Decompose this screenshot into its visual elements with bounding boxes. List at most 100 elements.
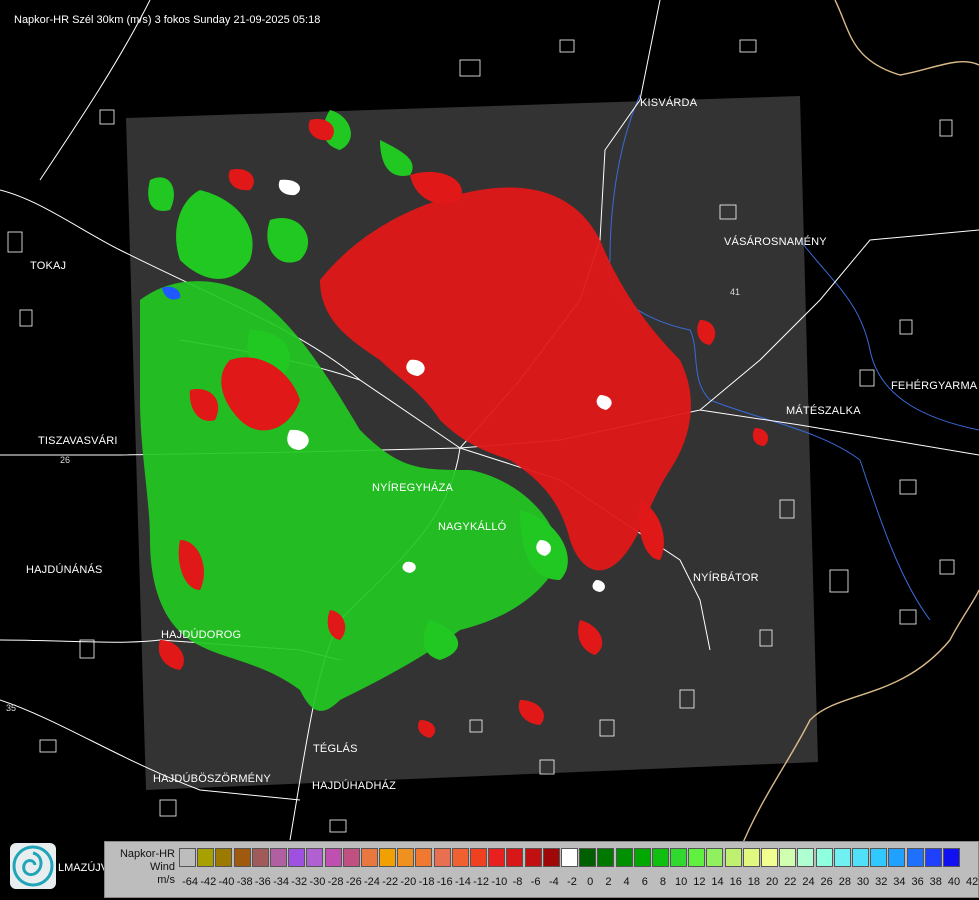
- legend-swatch: [342, 848, 360, 867]
- legend-swatch: [815, 848, 833, 867]
- legend-swatch: [924, 848, 942, 867]
- legend-swatch: [251, 848, 269, 867]
- legend-tick-label: 40: [947, 876, 961, 888]
- legend-swatch: [488, 848, 506, 867]
- legend-swatch: [688, 848, 706, 867]
- legend-swatch: [288, 848, 306, 867]
- legend-swatch: [524, 848, 542, 867]
- city-label-teglas: TÉGLÁS: [313, 743, 358, 755]
- legend-tick-label: 8: [659, 876, 667, 888]
- legend-title-line: m/s: [157, 874, 175, 886]
- legend-tick-label: -10: [491, 876, 508, 888]
- app-logo: [10, 843, 56, 889]
- legend-tick-label: 4: [623, 876, 630, 888]
- swirl-logo-icon: [12, 845, 54, 887]
- legend-tick-label: 16: [729, 876, 742, 888]
- legend-tick-label: -24: [364, 876, 380, 888]
- legend-swatch: [415, 848, 433, 867]
- legend-tick-label: -36: [254, 876, 271, 888]
- legend-swatch: [306, 848, 324, 867]
- legend-swatch: [215, 848, 233, 867]
- city-label-hajdunanas: HAJDÚNÁNÁS: [26, 564, 103, 576]
- city-label-nagykallo: NAGYKÁLLÓ: [438, 521, 507, 533]
- legend-swatch: [379, 848, 397, 867]
- legend-tick-label: -38: [236, 876, 253, 888]
- legend-tick-label: -20: [400, 876, 417, 888]
- legend-swatch: [742, 848, 760, 867]
- city-label-nyirbator: NYÍRBÁTOR: [693, 572, 759, 584]
- legend-tick-label: 36: [911, 876, 924, 888]
- legend-tick-label: 42: [966, 876, 979, 888]
- legend-tick-label: 6: [641, 876, 648, 888]
- legend-tick-label: 22: [784, 876, 797, 888]
- legend-swatch: [706, 848, 724, 867]
- legend-tick-label: -34: [273, 876, 289, 888]
- legend-swatch: [670, 848, 688, 867]
- legend-tick-label: -40: [218, 876, 235, 888]
- legend-swatch: [360, 848, 378, 867]
- legend-tick-label: -30: [309, 876, 326, 888]
- legend-tick-label: -14: [454, 876, 471, 888]
- legend-tick-label: -4: [548, 876, 559, 888]
- legend-tick-label: 0: [587, 876, 594, 888]
- legend-swatch: [233, 848, 251, 867]
- city-label-hajduhadhaz: HAJDÚHADHÁZ: [312, 780, 397, 792]
- legend-swatch: [761, 848, 778, 867]
- city-label-hajduboszormeny: HAJDÚBÖSZÖRMÉNY: [153, 773, 271, 785]
- legend-swatch: [506, 848, 524, 867]
- legend-swatch: [851, 848, 869, 867]
- legend-tick-label: 32: [875, 876, 888, 888]
- radar-map: [0, 0, 979, 885]
- legend-ticks: -64 -42 -40 -38 -36 -34 -32 -30 -28 -26 -24 -22 -20-…: [181, 876, 979, 888]
- road-number: 41: [730, 287, 741, 297]
- legend-swatch: [870, 848, 888, 867]
- legend-swatch: [942, 848, 960, 867]
- legend-tick-label: 30: [856, 876, 870, 888]
- legend-swatch: [269, 848, 287, 867]
- city-label-hajdudorog: HAJDÚDOROG: [161, 629, 242, 641]
- city-label-vasarosnameny: VÁSÁROSNAMÉNY: [724, 236, 827, 248]
- legend-swatch: [560, 848, 578, 867]
- legend-tick-label: -8: [512, 876, 523, 888]
- city-label-kisvarda: KISVÁRDA: [640, 97, 698, 109]
- legend-swatch: [324, 848, 342, 867]
- legend-title: Napkor-HR Wind m/s: [111, 848, 175, 887]
- city-label-fehergyarmat: FEHÉRGYARMA: [891, 380, 978, 392]
- legend-swatch: [542, 848, 560, 867]
- legend-swatch: [888, 848, 906, 867]
- road-number: 26: [60, 455, 71, 465]
- legend-tick-label: 12: [693, 876, 706, 888]
- legend-tick-label: -22: [382, 876, 399, 888]
- legend-swatch: [724, 848, 742, 867]
- legend-swatch: [615, 848, 633, 867]
- legend-tick-label: 26: [820, 876, 833, 888]
- legend-swatch: [433, 848, 451, 867]
- wind-legend: Napkor-HR Wind m/s -64 -42 -40 -38 -36 -34 -32…: [104, 841, 979, 898]
- legend-tick-label: 24: [802, 876, 815, 888]
- legend-tick-label: 20: [765, 876, 779, 888]
- legend-tick-label: 34: [893, 876, 906, 888]
- legend-swatch: [597, 848, 615, 867]
- city-label-tokaj: TOKAJ: [30, 260, 67, 272]
- legend-tick-label: -18: [418, 876, 435, 888]
- legend-tick-label: -26: [345, 876, 362, 888]
- legend-tick-label: -42: [200, 876, 217, 888]
- legend-tick-label: 14: [711, 876, 724, 888]
- legend-tick-label: -2: [567, 876, 577, 888]
- legend-title-line: Wind: [149, 861, 175, 873]
- map-title: Napkor-HR Szél 30km (m/s) 3 fokos Sunday…: [14, 14, 321, 26]
- legend-tick-label: 38: [929, 876, 942, 888]
- legend-swatch: [397, 848, 415, 867]
- county-border: [834, 0, 979, 76]
- legend-swatch: [197, 848, 215, 867]
- legend-swatch: [179, 848, 196, 867]
- legend-swatch: [651, 848, 669, 867]
- legend-swatch: [579, 848, 597, 867]
- city-label-mateszalka: MÁTÉSZALKA: [786, 405, 861, 417]
- legend-tick-label: 28: [838, 876, 851, 888]
- legend-tick-label: -16: [436, 876, 453, 888]
- legend-swatch: [470, 848, 487, 867]
- legend-tick-label: -12: [473, 876, 490, 888]
- legend-tick-label: -64: [182, 876, 199, 888]
- city-label-tiszavasvari: TISZAVASVÁRI: [38, 435, 118, 447]
